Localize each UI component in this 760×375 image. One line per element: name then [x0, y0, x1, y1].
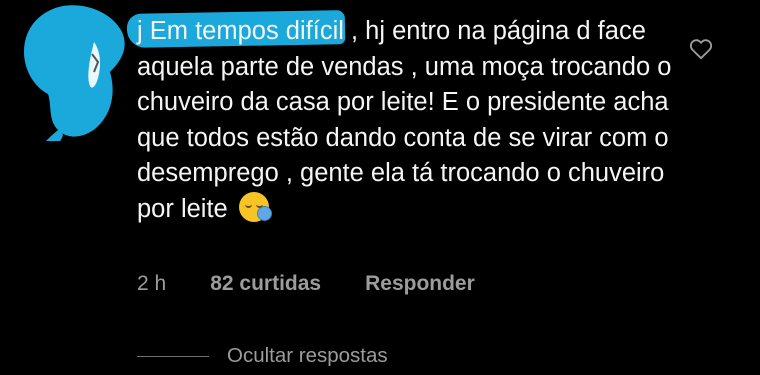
heart-icon[interactable]: [688, 36, 714, 62]
hide-replies-toggle[interactable]: Ocultar respostas: [137, 344, 388, 368]
comment-username[interactable]: j: [137, 17, 143, 45]
reply-button[interactable]: Responder: [365, 272, 475, 296]
hide-replies-label[interactable]: Ocultar respostas: [227, 344, 388, 368]
avatar[interactable]: [18, 2, 133, 142]
comment-text: Em tempos difícil , hj entro na página d…: [137, 17, 672, 223]
sleepy-face-emoji: [238, 191, 272, 222]
likes-count-link[interactable]: 82 curtidas: [210, 272, 321, 296]
comment-meta: 2 h 82 curtidas Responder: [137, 272, 475, 296]
redacted-avatar-scribble: [24, 5, 125, 141]
comment-body: j Em tempos difícil , hj entro na página…: [137, 14, 677, 227]
comment-timestamp: 2 h: [137, 272, 167, 295]
replies-divider-line: [137, 355, 209, 357]
